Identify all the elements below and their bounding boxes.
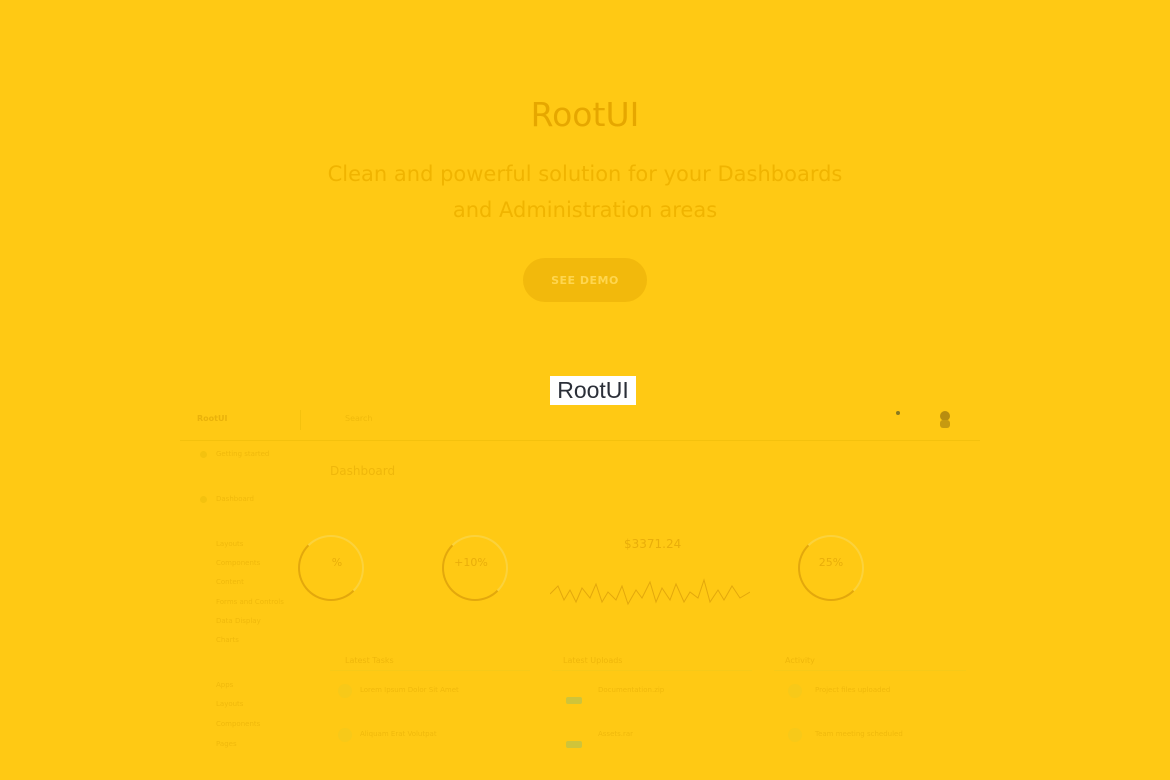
list-item[interactable]: Documentation.zip	[598, 686, 664, 694]
task-avatar	[338, 684, 352, 698]
sidebar-item[interactable]: Layouts	[200, 540, 320, 550]
hero-subtitle: Clean and powerful solution for your Das…	[285, 156, 885, 228]
stat-ring-3-value: 25%	[818, 556, 844, 569]
page: { "hero": { "title": "RootUI", "subtitle…	[0, 0, 1170, 780]
list-item[interactable]: Team meeting scheduled	[815, 730, 903, 738]
sidebar-item[interactable]: Apps	[200, 681, 320, 691]
revenue-sparkline	[550, 578, 750, 606]
card-divider	[774, 670, 966, 671]
stat-ring-2-value: +10%	[454, 556, 488, 569]
hero-title: RootUI	[530, 95, 640, 134]
stat-ring-1-value: %	[331, 556, 343, 569]
sidebar-item[interactable]: Dashboard	[200, 495, 320, 505]
list-item[interactable]: Assets.rar	[598, 730, 633, 738]
card-title-latest-tasks: Latest Tasks	[345, 656, 394, 665]
sidebar-item[interactable]: Pages	[200, 740, 320, 750]
preview-header-line	[180, 440, 980, 441]
hero-subtitle-line-2: and Administration areas	[452, 198, 718, 222]
preview-brand: RootUI	[197, 414, 228, 423]
card-divider	[552, 670, 752, 671]
card-divider	[330, 670, 530, 671]
revenue-value: $3371.24	[624, 537, 682, 551]
preview-divider	[300, 410, 301, 430]
sidebar-item[interactable]: Components	[200, 720, 320, 730]
preview-page-title: Dashboard	[330, 464, 396, 478]
sidebar-icon	[200, 451, 207, 458]
preview-search-input[interactable]: Search	[345, 414, 372, 423]
avatar[interactable]	[937, 410, 953, 428]
card-title-latest-uploads: Latest Uploads	[563, 656, 623, 665]
activity-avatar	[788, 728, 802, 742]
notification-icon[interactable]	[896, 411, 900, 415]
list-item[interactable]: Lorem Ipsum Dolor Sit Amet	[360, 686, 459, 694]
dashboard-preview: RootUI Search Dashboard Getting started …	[180, 400, 980, 780]
sidebar-item[interactable]: Charts	[200, 636, 320, 646]
sidebar-item[interactable]: Data Display	[200, 617, 320, 627]
file-badge	[566, 741, 582, 748]
see-demo-button[interactable]: SEE DEMO	[523, 258, 647, 302]
sidebar-item[interactable]: Forms and Controls	[200, 598, 320, 608]
sidebar-item[interactable]: Getting started	[200, 450, 320, 460]
card-title-activity: Activity	[785, 656, 815, 665]
list-item[interactable]: Aliquam Erat Volutpat	[360, 730, 437, 738]
activity-avatar	[788, 684, 802, 698]
task-avatar	[338, 728, 352, 742]
sidebar-icon	[200, 496, 207, 503]
hero-subtitle-line-1: Clean and powerful solution for your Das…	[327, 162, 843, 186]
file-badge	[566, 697, 582, 704]
list-item[interactable]: Project files uploaded	[815, 686, 890, 694]
sidebar-item[interactable]: Layouts	[200, 700, 320, 710]
